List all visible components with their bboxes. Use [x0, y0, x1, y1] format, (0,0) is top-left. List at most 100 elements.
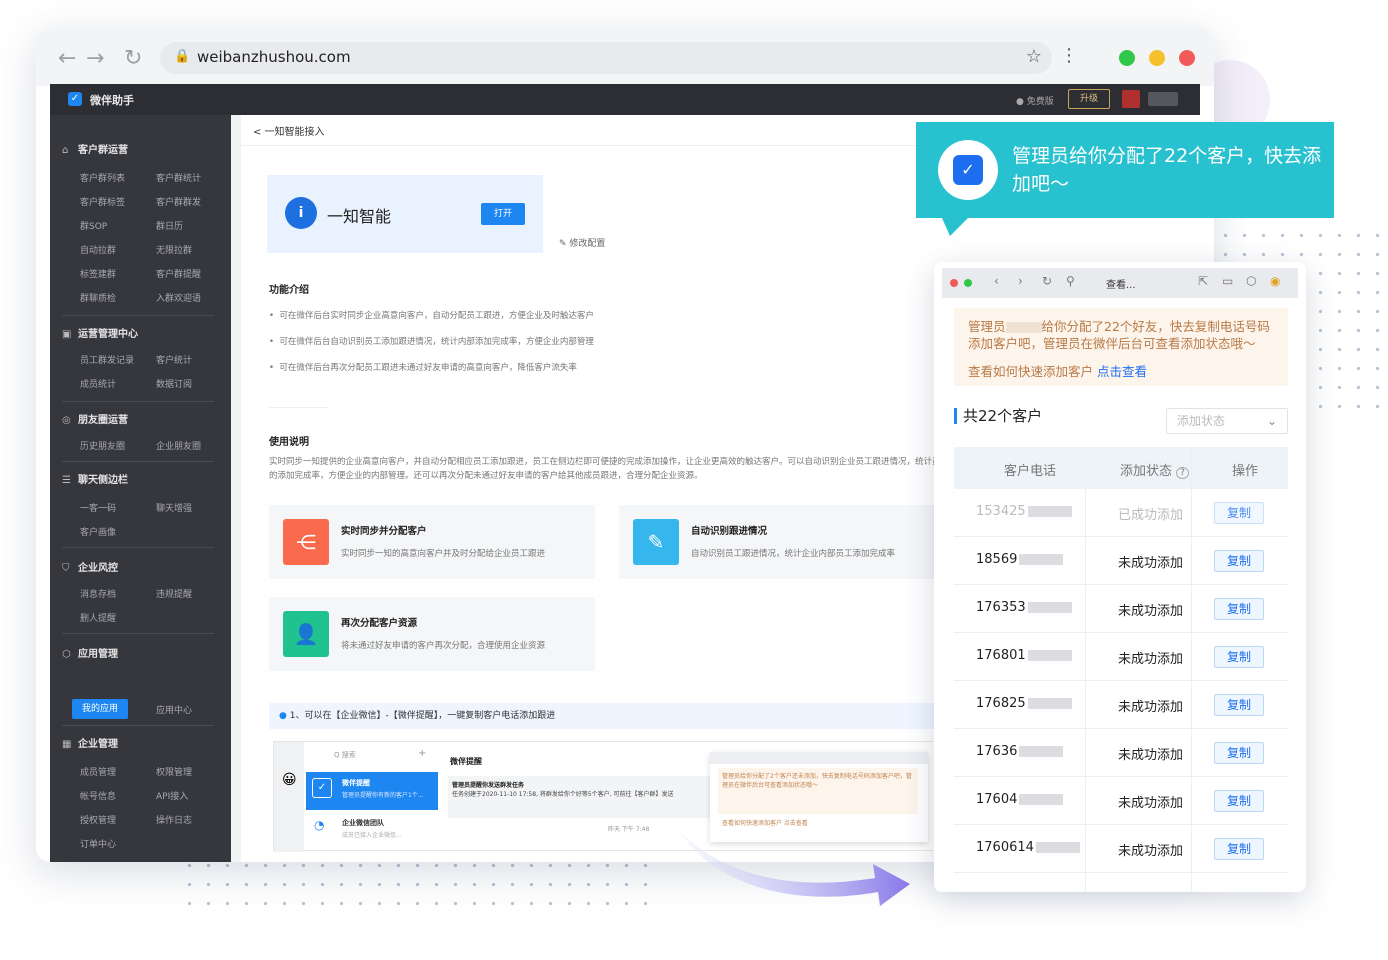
sidebar-section-risk[interactable]: ⛉ 企业风控 [62, 559, 118, 574]
sidebar-item[interactable]: 帐号信息 [80, 789, 116, 802]
user-avatar[interactable] [1122, 90, 1140, 108]
sidebar-item[interactable]: 订单中心 [80, 837, 116, 850]
sidebar-item[interactable]: 授权管理 [80, 813, 116, 826]
sidebar-item[interactable]: 聊天增强 [156, 501, 192, 514]
sidebar-section-ops-center[interactable]: ▣ 运营管理中心 [62, 325, 138, 340]
cell-status: 未成功添加 [1118, 556, 1184, 571]
copy-button[interactable]: 复制 [1214, 790, 1264, 812]
sidebar-section-enterprise[interactable]: ▦ 企业管理 [62, 735, 118, 750]
masked-digits [1027, 698, 1072, 709]
menu-kebab-icon[interactable]: ⋮ [1060, 45, 1078, 66]
sidebar-item[interactable]: 一客一码 [80, 501, 116, 514]
sidebar-section-group-ops[interactable]: ⌂ 客户群运营 [62, 141, 128, 156]
upgrade-button[interactable]: 升级 [1068, 89, 1110, 109]
customer-sidebar-panel: ‹ › ↻ ⚲ 查看... ⇱ ▭ ⬡ ◉ 管理员 给你分配了22个好友，快去复制… [934, 262, 1306, 892]
intro-item: • 可在微伴后台实时同步企业高意向客户，自动分配员工跟进，方便企业及时触达客户 [269, 311, 594, 321]
sidebar-item[interactable]: 成员统计 [80, 377, 116, 390]
lock-icon: 🔒 [174, 49, 191, 64]
panel-max-dot[interactable] [964, 279, 972, 287]
panel-close-dot[interactable] [950, 279, 958, 287]
brand-logo-icon: ✓ [68, 92, 82, 106]
copy-button[interactable]: 复制 [1214, 550, 1264, 572]
check-icon: ✓ [953, 155, 983, 185]
back-icon[interactable]: ‹ [994, 274, 999, 288]
sidebar-item[interactable]: 成员管理 [80, 765, 116, 778]
sidebar-item[interactable]: API接入 [156, 789, 188, 802]
sidebar-item[interactable]: 员工群发记录 [80, 353, 134, 366]
share-icon: ⋲ [283, 519, 329, 565]
sidebar-item[interactable]: 历史朋友圈 [80, 439, 125, 452]
sidebar-item[interactable]: 群SOP [80, 219, 107, 232]
window-maximize-dot[interactable] [1119, 50, 1135, 66]
chrome-icon[interactable]: ◉ [1270, 274, 1280, 288]
copy-button[interactable]: 复制 [1214, 838, 1264, 860]
address-bar[interactable]: 🔒 weibanzhushou.com ☆ [160, 42, 1052, 74]
wecom-chat2-sub: 成员已接入企业微信... [342, 832, 402, 839]
sidebar-item[interactable]: 客户群统计 [156, 171, 201, 184]
arrow-decoration [680, 832, 910, 906]
sidebar-item[interactable]: 权限管理 [156, 765, 192, 778]
forward-icon[interactable]: › [1018, 274, 1023, 288]
copy-button[interactable]: 复制 [1214, 742, 1264, 764]
sidebar-item[interactable]: 客户群列表 [80, 171, 125, 184]
sidebar-item[interactable]: 标签建群 [80, 267, 116, 280]
sidebar-item[interactable]: 删人提醒 [80, 611, 116, 624]
window-minimize-dot[interactable] [1149, 50, 1165, 66]
modify-config-link[interactable]: ✎ 修改配置 [559, 236, 605, 249]
info-icon[interactable]: ? [1176, 467, 1189, 479]
intro-title: 功能介绍 [269, 285, 309, 296]
sidebar-item[interactable]: 群聊质检 [80, 291, 116, 304]
share-icon[interactable]: ⇱ [1198, 274, 1208, 288]
reload-icon[interactable]: ↻ [124, 46, 142, 71]
cell-status: 未成功添加 [1118, 844, 1184, 859]
sidebar-item[interactable]: 数据订阅 [156, 377, 192, 390]
copy-button[interactable]: 复制 [1214, 646, 1264, 668]
table-row: 1760614 未成功添加 复制 [954, 825, 1288, 873]
wecom-chat2-title: 企业微信团队 [342, 819, 384, 827]
link-icon[interactable]: ⚲ [1066, 274, 1075, 288]
sidebar-item[interactable]: 无限拉群 [156, 243, 192, 256]
sidebar-item-my-apps[interactable]: 我的应用 [72, 699, 128, 719]
shield-icon: ⛉ [62, 563, 70, 574]
sidebar: ⌂ 客户群运营 客户群列表 客户群统计 客户群标签 客户群群发 群SOP 群日历 … [50, 115, 231, 862]
window-close-dot[interactable] [1179, 50, 1195, 66]
breadcrumb[interactable]: < 一知智能接入 [253, 123, 325, 138]
decor-dots-bottom [180, 856, 660, 914]
open-button[interactable]: 打开 [481, 203, 525, 225]
comment-icon[interactable]: ▭ [1222, 274, 1233, 288]
user-icon: 👤 [283, 611, 329, 657]
sidebar-item[interactable]: 消息存档 [80, 587, 116, 600]
sidebar-item[interactable]: 违规提醒 [156, 587, 192, 600]
sidebar-section-chat-sidebar[interactable]: ☰ 聊天侧边栏 [62, 471, 128, 486]
sidebar-divider [62, 725, 214, 726]
sidebar-item[interactable]: 入群欢迎语 [156, 291, 201, 304]
notification-bubble: ✓ 管理员给你分配了22个客户，快去添加吧～ [916, 122, 1334, 236]
sidebar-item[interactable]: 客户画像 [80, 525, 116, 538]
help-link[interactable]: 点击查看 [1097, 364, 1147, 379]
sidebar-section-moments[interactable]: ◎ 朋友圈运营 [62, 411, 128, 426]
sidebar-item[interactable]: 操作日志 [156, 813, 192, 826]
status-filter-select[interactable]: 添加状态 ⌄ [1166, 408, 1288, 434]
sidebar-item[interactable]: 企业朋友圈 [156, 439, 201, 452]
back-icon[interactable]: ← [58, 46, 76, 71]
plan-badge: ● 免费版 [1016, 97, 1054, 107]
msg-time: 昨天 下午 7:48 [608, 826, 650, 833]
sidebar-item[interactable]: 客户群群发 [156, 195, 201, 208]
bookmark-star-icon[interactable]: ☆ [1026, 46, 1042, 67]
copy-button[interactable]: 复制 [1214, 598, 1264, 620]
table-row: 18569 未成功添加 复制 [954, 537, 1288, 585]
sidebar-item[interactable]: 自动拉群 [80, 243, 116, 256]
sidebar-item[interactable]: 应用中心 [156, 703, 192, 716]
feature-card: 👤 再次分配客户资源 将未通过好友申请的客户再次分配，合理使用企业资源 [269, 597, 595, 671]
copy-button[interactable]: 复制 [1214, 694, 1264, 716]
sidebar-item[interactable]: 客户统计 [156, 353, 192, 366]
sidebar-item[interactable]: 客户群提醒 [156, 267, 201, 280]
sidebar-item[interactable]: 客户群标签 [80, 195, 125, 208]
forward-icon[interactable]: → [86, 46, 104, 71]
sidebar-section-apps[interactable]: ⬡ 应用管理 [62, 645, 118, 660]
sidebar-item[interactable]: 群日历 [156, 219, 183, 232]
box-icon[interactable]: ⬡ [1246, 274, 1256, 288]
copy-button[interactable]: 复制 [1214, 502, 1264, 524]
refresh-icon[interactable]: ↻ [1042, 274, 1052, 288]
notice-help: 查看如何快速添加客户 点击查看 [968, 364, 1148, 379]
